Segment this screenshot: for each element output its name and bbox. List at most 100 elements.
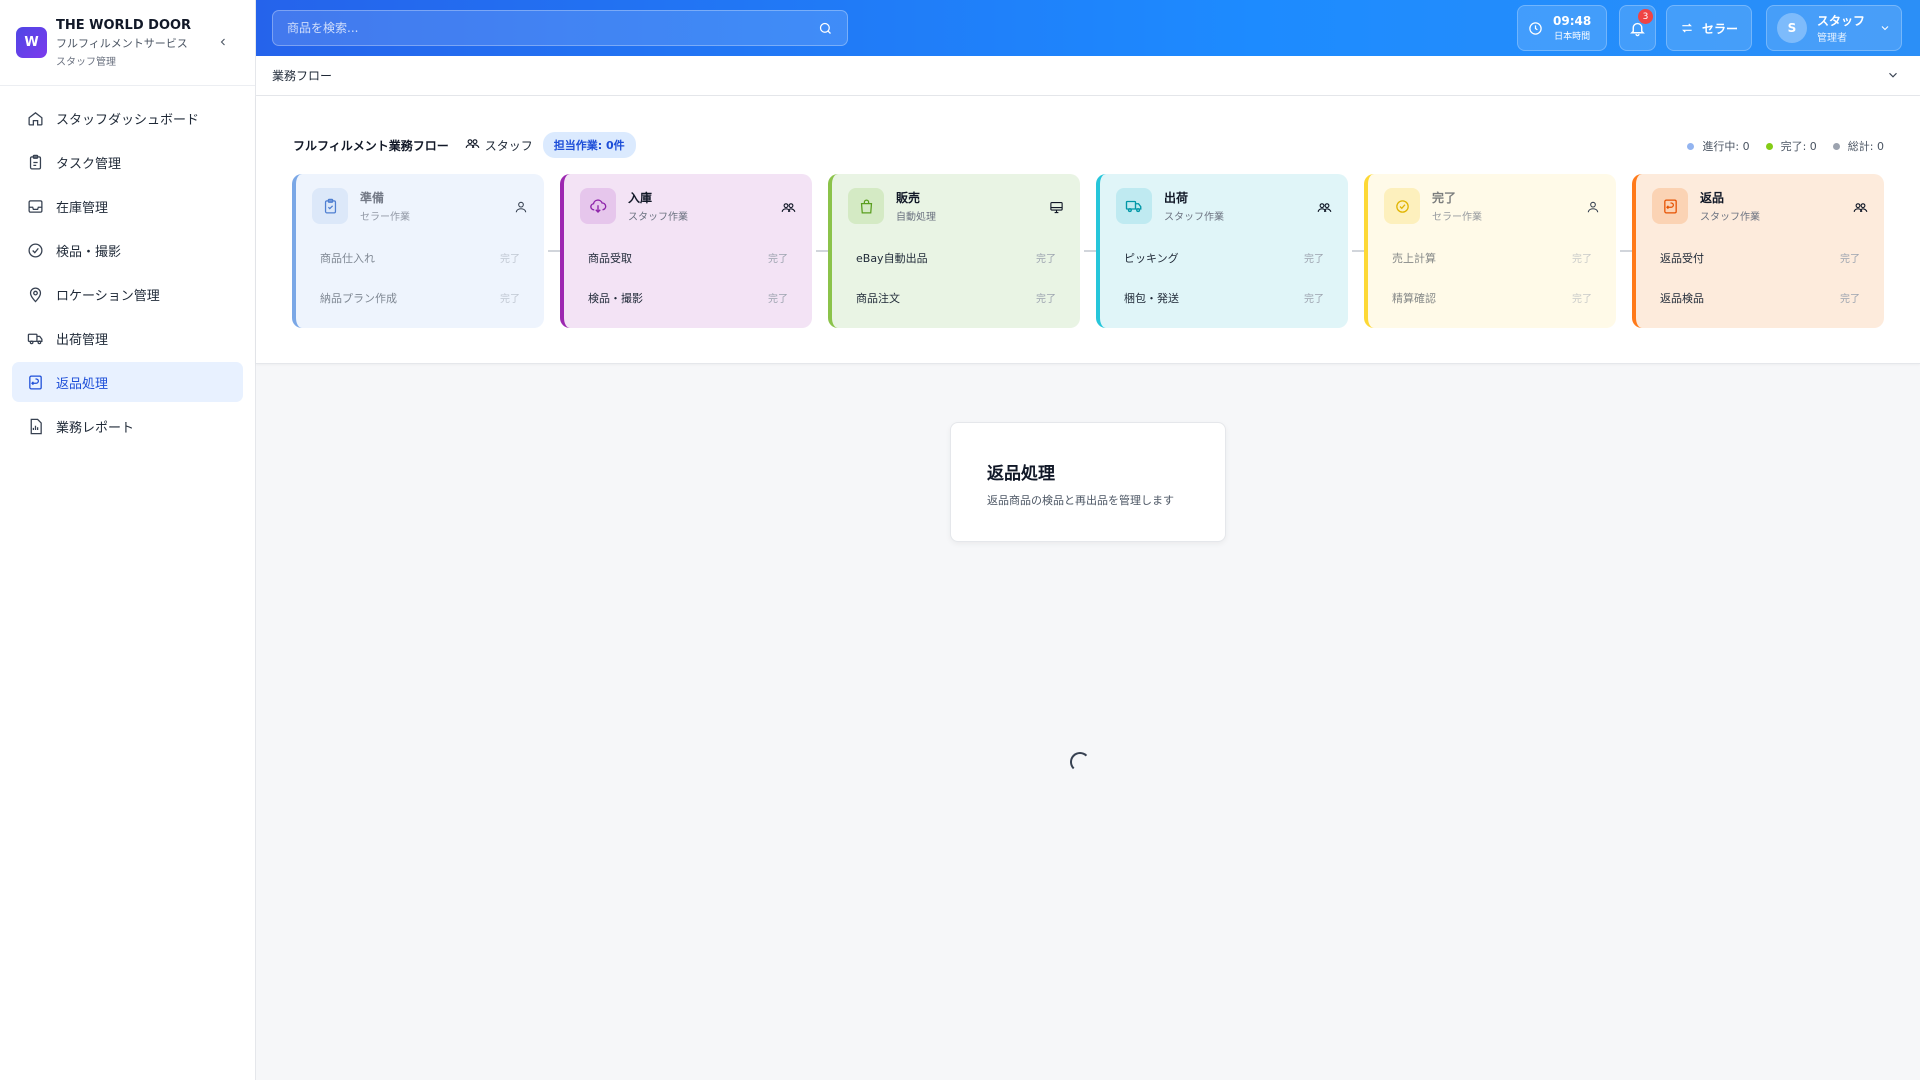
workflow-panel: フルフィルメント業務フロー スタッフ 担当作業: 0件 進行中: 0 完了: 0… — [256, 96, 1920, 364]
stage-task[interactable]: 返品検品 完了 — [1660, 290, 1860, 306]
flow-legend: 進行中: 0 完了: 0 総計: 0 — [1671, 138, 1884, 154]
chevron-down-icon — [1881, 26, 1889, 31]
stage-shipping[interactable]: 出荷 スタッフ作業 ピッキング 完了 梱包・発送 完了 — [1096, 174, 1348, 328]
avatar: S — [1777, 13, 1807, 43]
search-icon[interactable] — [818, 21, 833, 36]
users-icon — [1853, 200, 1868, 219]
assigned-tasks-badge: 担当作業: 0件 — [542, 132, 636, 158]
sidebar-item-label: 在庫管理 — [56, 200, 109, 216]
stage-task[interactable]: 商品注文 完了 — [856, 290, 1056, 306]
legend-total: 総計: 0 — [1832, 138, 1884, 154]
sidebar-item-returns[interactable]: 返品処理 — [12, 362, 243, 402]
stage-name: 出荷 — [1164, 191, 1189, 205]
sidebar-item-label: 業務レポート — [56, 420, 135, 436]
stage-subtitle: セラー作業 — [1432, 212, 1482, 223]
brand-role: スタッフ管理 — [56, 56, 116, 68]
user-role: 管理者 — [1817, 33, 1847, 44]
stage-task[interactable]: 商品受取 完了 — [588, 250, 788, 266]
clock-widget[interactable]: 09:48 日本時間 — [1517, 5, 1607, 51]
sidebar-item-dashboard[interactable]: スタッフダッシュボード — [12, 98, 243, 138]
sidebar-item-tasks[interactable]: タスク管理 — [12, 142, 243, 182]
flow-title: フルフィルメント業務フロー — [293, 138, 449, 153]
flow-bar-title: 業務フロー — [272, 69, 333, 83]
cloud-download-icon — [580, 188, 616, 224]
home-icon — [26, 109, 44, 127]
page-description: 返品商品の検品と再出品を管理します — [987, 494, 1174, 507]
clock-icon — [1529, 21, 1542, 35]
check-circle-icon — [26, 241, 44, 259]
users-icon — [465, 136, 480, 154]
clipboard-icon — [26, 153, 44, 171]
sidebar-item-inventory[interactable]: 在庫管理 — [12, 186, 243, 226]
stage-subtitle: 自動処理 — [896, 212, 936, 223]
search-input[interactable] — [287, 21, 818, 35]
truck-icon — [1116, 188, 1152, 224]
truck-icon — [26, 329, 44, 347]
chevron-left-icon — [220, 38, 225, 46]
user-menu[interactable]: S スタッフ 管理者 — [1766, 5, 1902, 51]
legend-in-progress: 進行中: 0 — [1687, 138, 1750, 154]
stage-task[interactable]: 返品受付 完了 — [1660, 250, 1860, 266]
return-icon — [26, 373, 44, 391]
check-circle-icon — [1384, 188, 1420, 224]
user-icon — [514, 200, 528, 218]
notifications-button[interactable]: 3 — [1619, 5, 1656, 51]
stage-subtitle: セラー作業 — [360, 212, 410, 223]
stage-task[interactable]: 検品・撮影 完了 — [588, 290, 788, 306]
sidebar-item-inspection[interactable]: 検品・撮影 — [12, 230, 243, 270]
sidebar: W THE WORLD DOOR フルフィルメントサービス スタッフ管理 スタッ… — [0, 0, 256, 1080]
sidebar-item-label: 出荷管理 — [56, 332, 109, 348]
users-icon — [1317, 200, 1332, 219]
users-icon — [781, 200, 796, 219]
role-switch-label: セラー — [1701, 21, 1738, 36]
brand-subtitle: フルフィルメントサービス — [56, 36, 188, 50]
page-title: 返品処理 — [987, 464, 1055, 484]
sidebar-item-reports[interactable]: 業務レポート — [12, 406, 243, 446]
stage-completion[interactable]: 完了 セラー作業 売上計算 完了 精算確認 完了 — [1364, 174, 1616, 328]
workflow-stages: 準備 セラー作業 商品仕入れ 完了 納品プラン作成 完了 入庫 スタッフ作業 商品受取完… — [292, 174, 1884, 328]
sidebar-item-label: ロケーション管理 — [56, 288, 160, 304]
clock-time: 09:48 — [1553, 14, 1592, 28]
brand-header: W THE WORLD DOOR フルフィルメントサービス スタッフ管理 — [0, 0, 255, 86]
inbox-icon — [26, 197, 44, 215]
sidebar-item-label: スタッフダッシュボード — [56, 112, 200, 128]
user-name: スタッフ — [1817, 14, 1866, 28]
sidebar-item-label: タスク管理 — [56, 156, 122, 172]
return-box-icon — [1652, 188, 1688, 224]
stage-name: 入庫 — [628, 191, 653, 205]
role-switch-button[interactable]: セラー — [1666, 5, 1752, 51]
flow-toggle-bar[interactable]: 業務フロー — [256, 56, 1920, 96]
map-pin-icon — [26, 285, 44, 303]
clipboard-check-icon — [312, 188, 348, 224]
stage-returns[interactable]: 返品スタッフ作業 返品受付 完了 返品検品 完了 — [1632, 174, 1884, 328]
stage-receiving[interactable]: 入庫 スタッフ作業 商品受取 完了 検品・撮影 完了 — [560, 174, 812, 328]
sidebar-item-shipping[interactable]: 出荷管理 — [12, 318, 243, 358]
stage-task[interactable]: 精算確認 完了 — [1392, 290, 1592, 306]
stage-task[interactable]: 売上計算 完了 — [1392, 250, 1592, 266]
brand-logo: W — [16, 27, 47, 58]
sidebar-item-location[interactable]: ロケーション管理 — [12, 274, 243, 314]
stage-task[interactable]: 梱包・発送 完了 — [1124, 290, 1324, 306]
report-icon — [26, 417, 44, 435]
stage-name: 販売 — [896, 191, 921, 205]
stage-task[interactable]: 納品プラン作成 完了 — [320, 290, 520, 306]
sidebar-item-label: 返品処理 — [56, 376, 109, 392]
stage-task[interactable]: 商品仕入れ 完了 — [320, 250, 520, 266]
stage-task[interactable]: eBay自動出品 完了 — [856, 250, 1056, 266]
loading-spinner — [1070, 752, 1090, 772]
monitor-icon — [1049, 200, 1064, 219]
stage-name: 返品 — [1700, 191, 1725, 205]
stage-preparation[interactable]: 準備セラー作業 商品仕入れ 完了 納品プラン作成 完了 — [292, 174, 544, 328]
legend-completed: 完了: 0 — [1765, 138, 1817, 154]
collapse-sidebar-button[interactable] — [213, 32, 233, 52]
swap-icon — [1682, 23, 1692, 33]
stage-sales[interactable]: 販売自動処理 eBay自動出品 完了 商品注文 完了 — [828, 174, 1080, 328]
stage-task[interactable]: ピッキング 完了 — [1124, 250, 1324, 266]
sidebar-nav: スタッフダッシュボード タスク管理 在庫管理 検品・撮影 ロケーション管理 出荷… — [0, 86, 255, 462]
stage-subtitle: スタッフ作業 — [1700, 212, 1760, 223]
chevron-down-icon — [1889, 72, 1897, 78]
brand-name: THE WORLD DOOR — [56, 17, 192, 33]
user-icon — [1586, 200, 1600, 218]
stage-name: 準備 — [360, 191, 385, 205]
clock-timezone: 日本時間 — [1554, 32, 1591, 42]
